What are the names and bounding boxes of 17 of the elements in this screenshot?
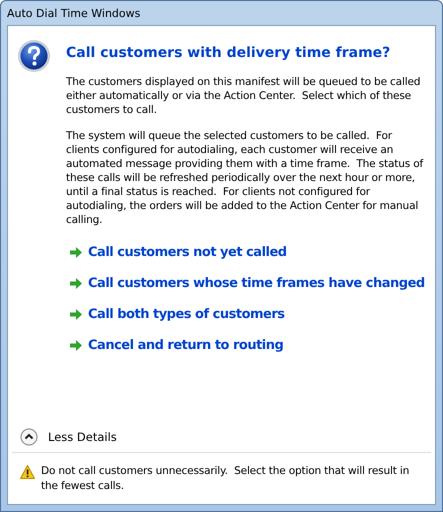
- command-link[interactable]: Call both types of customers: [66, 305, 289, 324]
- chevron-icon: [20, 428, 38, 446]
- arrow-icon: [70, 247, 82, 258]
- details-toggle[interactable]: Less Details: [16, 422, 121, 452]
- question-icon: [17, 39, 51, 73]
- arrow-icon: [70, 278, 82, 289]
- arrow-icon: [70, 309, 82, 320]
- arrow-icon: [70, 340, 82, 351]
- command-link[interactable]: Call customers not yet called: [66, 243, 291, 262]
- command-link[interactable]: Cancel and return to routing: [66, 336, 288, 355]
- warning-icon: [20, 465, 35, 479]
- warning-text: Do not call customers unnecessarily. Select the option that will result in the fewest calls.: [41, 464, 410, 494]
- description-text: The system will queue the selected customers to be called. For clients configured for autodialing, each customer will receive an automated message providing them with a time frame. The status of these calls will be refreshed periodically over the next hour or more, until a final status is reached. For clients not configured for autodialing, the orders will be added to the Action Center for manual calling.: [66, 129, 424, 227]
- dialog-heading: Call customers with delivery time frame?: [66, 45, 392, 61]
- description-text: The customers displayed on this manifest will be queued to be called either automatically or via the Action Center. Select which of these customers to call.: [66, 75, 422, 117]
- window-title: Auto Dial Time Windows: [7, 6, 140, 20]
- command-link[interactable]: Call customers whose time frames have changed: [66, 274, 429, 293]
